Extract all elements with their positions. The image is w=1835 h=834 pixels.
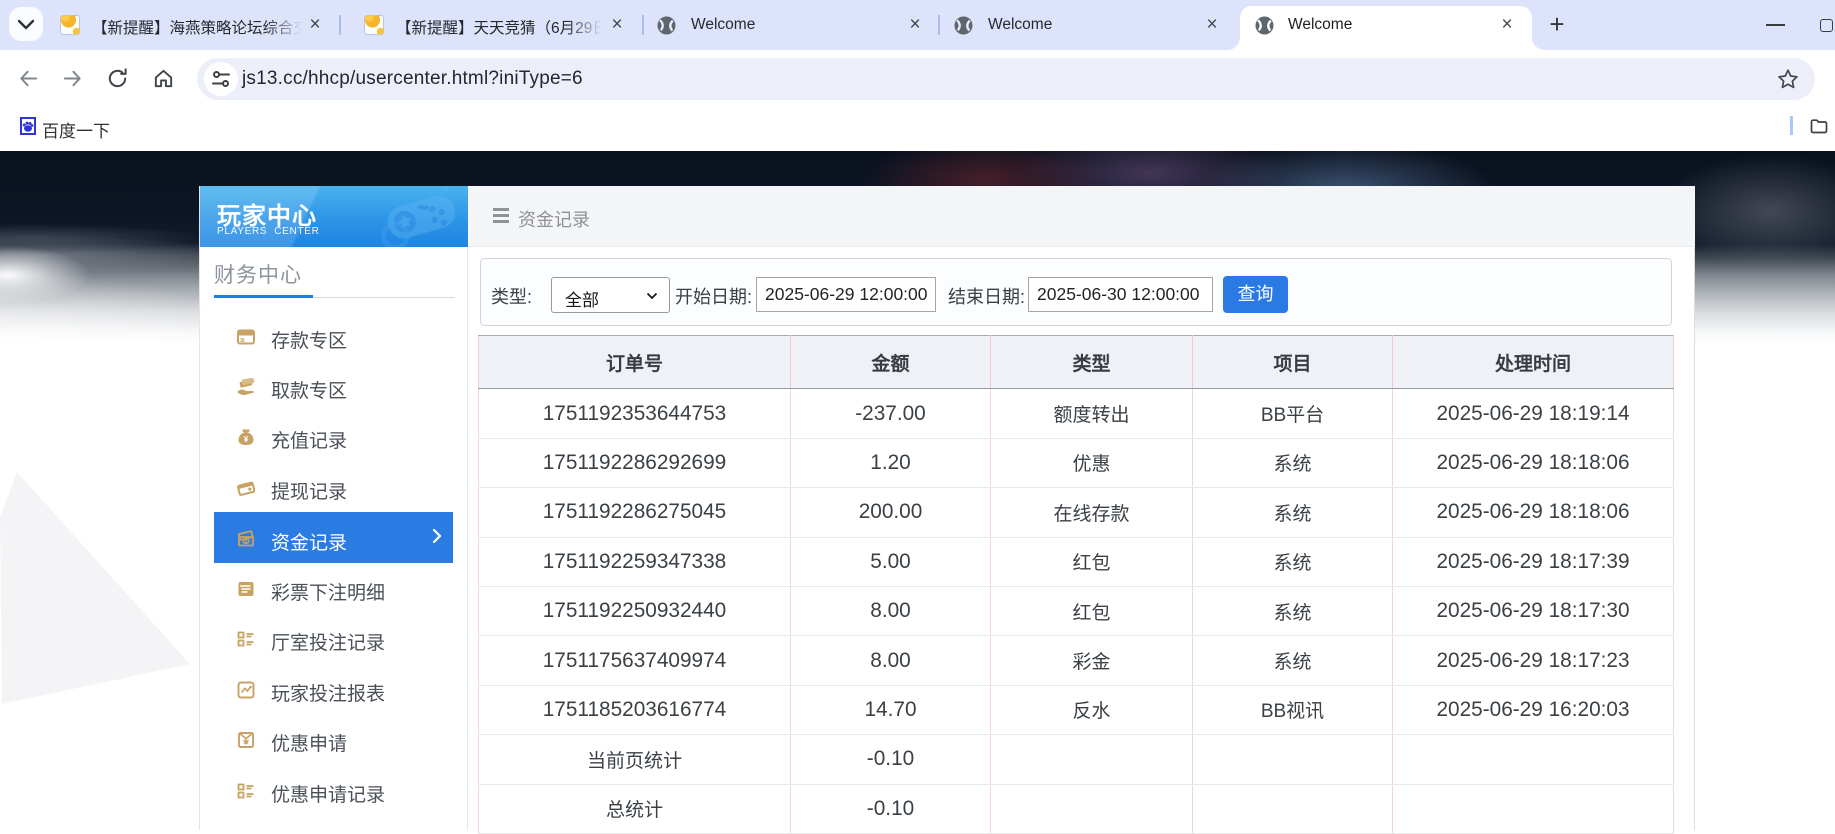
svg-text:¥: ¥ (244, 434, 249, 444)
